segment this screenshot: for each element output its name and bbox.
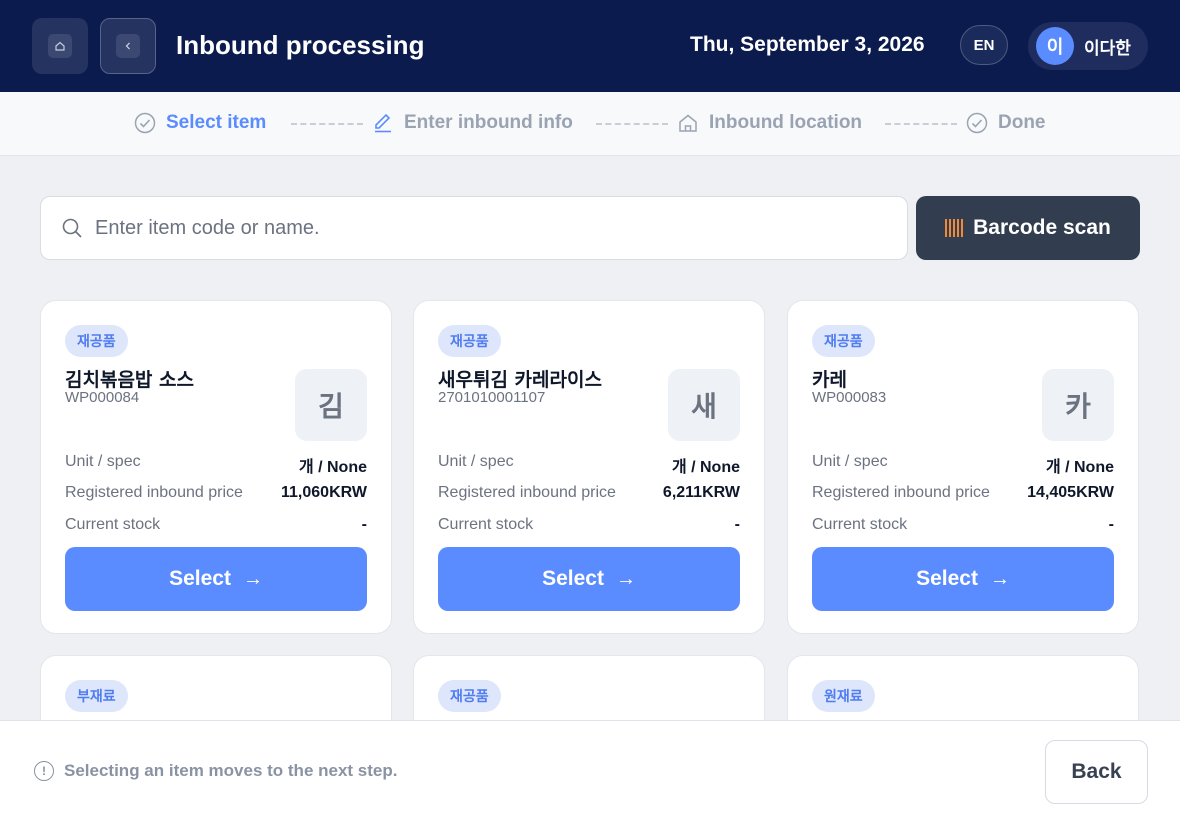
unit-spec-value: 개 / None [298,459,367,476]
stock-row: Current stock - [65,516,367,534]
select-button[interactable]: Select → [812,547,1114,611]
item-card[interactable]: 부재료 [40,655,392,720]
item-initial: 새 [668,369,740,441]
step-indicator: Select item Enter inbound info Inbound l… [0,92,1180,156]
step-divider [291,123,363,125]
step-inbound-location: Inbound location [677,112,862,134]
select-label: Select [916,567,978,590]
item-name: 카레 [812,369,847,391]
next-step-hint: ! Selecting an item moves to the next st… [34,761,397,781]
price-value: 6,211KRW [662,484,740,501]
item-card: 재공품 카레 WP000083 카 Unit / spec 개 / None Re… [787,300,1139,634]
item-grid: 재공품 김치볶음밥 소스 WP000084 김 Unit / spec 개 / N… [40,300,1140,720]
item-card[interactable]: 원재료 [787,655,1139,720]
hint-text: Selecting an item moves to the next step… [64,761,398,780]
step-select-item: Select item [134,112,266,134]
search-icon [62,218,82,238]
category-badge: 재공품 [812,325,875,357]
unit-spec-label: Unit / spec [438,453,514,470]
stock-label: Current stock [65,516,161,533]
home-button[interactable] [32,18,88,74]
item-card: 재공품 새우튀김 카레라이스 2701010001107 새 Unit / sp… [413,300,765,634]
barcode-icon [945,219,964,237]
search-input[interactable] [95,216,855,240]
unit-spec-value: 개 / None [671,459,740,476]
chevron-left-icon [116,34,140,58]
price-row: Registered inbound price 6,211KRW [438,484,740,502]
home-icon [48,34,72,58]
category-badge: 재공품 [438,325,501,357]
price-row: Registered inbound price 14,405KRW [812,484,1114,502]
stock-row: Current stock - [438,516,740,534]
item-card: 재공품 김치볶음밥 소스 WP000084 김 Unit / spec 개 / N… [40,300,392,634]
category-badge: 부재료 [65,680,128,712]
unit-spec-row: Unit / spec 개 / None [65,453,367,477]
unit-spec-label: Unit / spec [65,453,141,470]
user-menu[interactable]: 이 이다한 [1028,22,1148,70]
category-badge: 원재료 [812,680,875,712]
check-circle-icon [966,112,988,134]
bottom-bar: ! Selecting an item moves to the next st… [0,720,1180,820]
select-button[interactable]: Select → [65,547,367,611]
barcode-scan-label: Barcode scan [973,216,1111,239]
price-label: Registered inbound price [438,484,616,501]
unit-spec-row: Unit / spec 개 / None [438,453,740,477]
category-badge: 재공품 [65,325,128,357]
header-back-button[interactable] [100,18,156,74]
item-code: 2701010001107 [438,389,546,406]
house-icon [679,114,697,132]
check-circle-icon [134,112,156,134]
stock-row: Current stock - [812,516,1114,534]
price-row: Registered inbound price 11,060KRW [65,484,367,502]
price-label: Registered inbound price [65,484,243,501]
arrow-right-icon: → [615,567,636,590]
arrow-right-icon: → [242,567,263,590]
pencil-icon [375,113,391,133]
search-box [40,196,908,260]
item-name: 새우튀김 카레라이스 [438,369,602,391]
select-button[interactable]: Select → [438,547,740,611]
step-label: Select item [166,112,267,133]
select-label: Select [169,567,231,590]
info-icon: ! [34,761,54,781]
item-initial: 카 [1042,369,1114,441]
category-badge: 재공품 [438,680,501,712]
step-label: Enter inbound info [404,112,573,133]
unit-spec-row: Unit / spec 개 / None [812,453,1114,477]
unit-spec-value: 개 / None [1045,459,1114,476]
price-value: 14,405KRW [1027,484,1114,501]
stock-label: Current stock [438,516,534,533]
page-title: Inbound processing [176,30,425,60]
item-code: WP000083 [812,389,887,406]
user-name: 이다한 [1084,38,1131,59]
stock-value: - [1108,516,1114,533]
unit-spec-label: Unit / spec [812,453,888,470]
barcode-scan-button[interactable]: Barcode scan [916,196,1140,260]
item-initial: 김 [295,369,367,441]
back-button[interactable]: Back [1045,740,1148,804]
stock-value: - [734,516,740,533]
stock-value: - [361,516,367,533]
step-label: Inbound location [709,112,863,133]
current-date: Thu, September 3, 2026 [690,33,925,56]
step-label: Done [998,112,1046,133]
step-divider [885,123,957,125]
step-done: Done [966,112,1046,134]
step-enter-inbound-info: Enter inbound info [372,112,573,134]
avatar: 이 [1036,27,1074,65]
item-card[interactable]: 재공품 [413,655,765,720]
step-divider [596,123,668,125]
item-name: 김치볶음밥 소스 [65,369,194,391]
select-label: Select [542,567,604,590]
stock-label: Current stock [812,516,908,533]
arrow-right-icon: → [989,567,1010,590]
price-value: 11,060KRW [281,484,367,501]
language-toggle[interactable]: EN [960,25,1008,65]
top-header: Inbound processing Thu, September 3, 202… [0,0,1180,92]
item-code: WP000084 [65,389,140,406]
price-label: Registered inbound price [812,484,990,501]
